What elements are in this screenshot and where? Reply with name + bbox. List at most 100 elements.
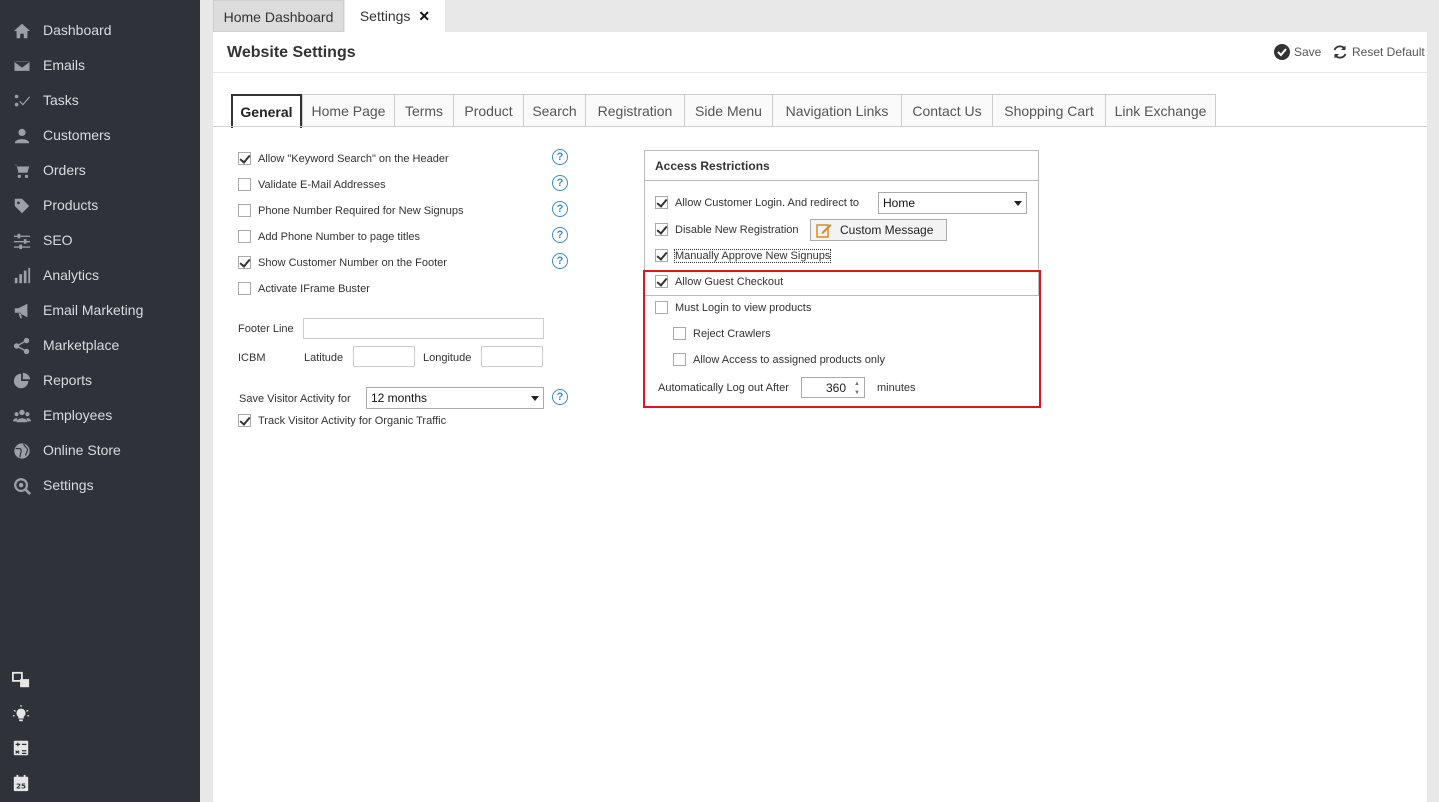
sidebar-item-label: Marketplace: [43, 337, 120, 353]
redirect-select[interactable]: Home: [878, 192, 1027, 214]
page-title: Website Settings: [227, 44, 356, 61]
assigned-only-checkbox[interactable]: [673, 353, 686, 366]
sidebar-item-email-marketing[interactable]: Email Marketing: [0, 293, 200, 328]
globe-icon: [12, 442, 32, 460]
chevron-up-icon[interactable]: ▲: [852, 379, 862, 388]
custom-message-button[interactable]: Custom Message: [810, 219, 947, 241]
sidebar-item-seo[interactable]: SEO: [0, 223, 200, 258]
option-label: Manually Approve New Signups: [673, 248, 832, 263]
refresh-icon: [1333, 45, 1347, 59]
option-allow-login: Allow Customer Login. And redirect to: [655, 196, 859, 209]
tab-label: Settings: [359, 8, 411, 24]
help-icon[interactable]: ?: [552, 389, 568, 405]
sidebar-item-label: Products: [43, 197, 99, 213]
cart-icon: [12, 162, 32, 180]
logout-minutes-stepper[interactable]: 360 ▲ ▼: [801, 377, 865, 398]
phone-required-checkbox[interactable]: [238, 204, 251, 217]
document-tabs: Home Dashboard Settings ✕: [213, 0, 1427, 32]
option-iframe-buster: Activate IFrame Buster: [238, 282, 370, 295]
tab-side-menu[interactable]: Side Menu: [684, 94, 773, 127]
sidebar-item-employees[interactable]: Employees: [0, 398, 200, 433]
box-title: Access Restrictions: [655, 159, 770, 173]
option-manual-approve: Manually Approve New Signups: [655, 248, 832, 263]
sidebar-item-label: Customers: [43, 127, 111, 143]
tab-settings[interactable]: Settings ✕: [345, 0, 445, 32]
visitor-activity-label: Save Visitor Activity for: [239, 393, 351, 405]
sidebar-item-marketplace[interactable]: Marketplace: [0, 328, 200, 363]
reset-default-button[interactable]: Reset Default: [1332, 44, 1425, 60]
must-login-checkbox[interactable]: [655, 301, 668, 314]
longitude-input[interactable]: [481, 346, 543, 367]
chevron-down-icon[interactable]: ▼: [852, 388, 862, 397]
validate-email-checkbox[interactable]: [238, 178, 251, 191]
tab-terms[interactable]: Terms: [394, 94, 454, 127]
option-phone-required: Phone Number Required for New Signups: [238, 204, 463, 217]
sidebar-item-emails[interactable]: Emails: [0, 48, 200, 83]
calculator-icon[interactable]: [11, 738, 31, 758]
tab-home-dashboard[interactable]: Home Dashboard: [213, 0, 344, 32]
select-value: Home: [883, 196, 916, 210]
help-icon[interactable]: ?: [552, 253, 568, 269]
footer-line-input[interactable]: [303, 318, 544, 339]
sidebar-item-label: Settings: [43, 477, 94, 493]
sidebar-item-tasks[interactable]: Tasks: [0, 83, 200, 118]
iframe-buster-checkbox[interactable]: [238, 282, 251, 295]
users-icon: [12, 407, 32, 425]
manual-approve-checkbox[interactable]: [655, 249, 668, 262]
disable-registration-checkbox[interactable]: [655, 223, 668, 236]
option-label: Disable New Registration: [675, 223, 799, 236]
close-icon[interactable]: ✕: [418, 8, 430, 24]
track-organic-checkbox[interactable]: [238, 414, 251, 427]
sidebar-item-analytics[interactable]: Analytics: [0, 258, 200, 293]
allow-login-checkbox[interactable]: [655, 196, 668, 209]
sidebar-item-label: Online Store: [43, 442, 121, 458]
sidebar-item-reports[interactable]: Reports: [0, 363, 200, 398]
reject-crawlers-checkbox[interactable]: [673, 327, 686, 340]
phone-titles-checkbox[interactable]: [238, 230, 251, 243]
tab-product[interactable]: Product: [453, 94, 524, 127]
tab-contact-us[interactable]: Contact Us: [901, 94, 993, 127]
calendar-icon[interactable]: 25: [11, 773, 31, 793]
share-icon: [12, 337, 32, 355]
sidebar-item-products[interactable]: Products: [0, 188, 200, 223]
chevron-down-icon: [531, 396, 539, 401]
keyword-search-checkbox[interactable]: [238, 152, 251, 165]
customer-number-checkbox[interactable]: [238, 256, 251, 269]
help-icon[interactable]: ?: [552, 227, 568, 243]
sidebar-item-online-store[interactable]: Online Store: [0, 433, 200, 468]
tag-icon: [12, 197, 32, 215]
save-button[interactable]: Save: [1274, 44, 1321, 60]
help-icon[interactable]: ?: [552, 201, 568, 217]
windows-icon[interactable]: [11, 670, 31, 690]
sidebar-item-label: Analytics: [43, 267, 100, 283]
tab-registration[interactable]: Registration: [585, 94, 685, 127]
option-label: Show Customer Number on the Footer: [258, 256, 447, 269]
sidebar-item-orders[interactable]: Orders: [0, 153, 200, 188]
guest-checkout-checkbox[interactable]: [655, 275, 668, 288]
option-keyword-search: Allow "Keyword Search" on the Header: [238, 152, 449, 165]
sidebar-item-customers[interactable]: Customers: [0, 118, 200, 153]
option-label: Activate IFrame Buster: [258, 282, 370, 295]
tab-link-exchange[interactable]: Link Exchange: [1105, 94, 1216, 127]
latitude-input[interactable]: [353, 346, 415, 367]
tab-home-page[interactable]: Home Page: [302, 94, 395, 127]
tab-navigation-links[interactable]: Navigation Links: [772, 94, 902, 127]
option-label: Add Phone Number to page titles: [258, 230, 421, 243]
svg-text:25: 25: [16, 781, 26, 790]
sidebar-item-settings[interactable]: Settings: [0, 468, 200, 503]
help-icon[interactable]: ?: [552, 149, 568, 165]
option-track-organic: Track Visitor Activity for Organic Traff…: [238, 414, 446, 427]
lightbulb-icon[interactable]: [11, 704, 31, 724]
tab-general[interactable]: General: [231, 94, 302, 128]
visitor-activity-select[interactable]: 12 months: [366, 387, 544, 409]
sidebar-item-label: Dashboard: [43, 22, 112, 38]
help-icon[interactable]: ?: [552, 175, 568, 191]
footer-line-label: Footer Line: [238, 323, 294, 335]
logout-label: Automatically Log out After: [658, 382, 789, 394]
sidebar-item-dashboard[interactable]: Dashboard: [0, 13, 200, 48]
tab-shopping-cart[interactable]: Shopping Cart: [992, 94, 1106, 127]
tab-search[interactable]: Search: [523, 94, 586, 127]
option-validate-email: Validate E-Mail Addresses: [238, 178, 386, 191]
sidebar-item-label: Employees: [43, 407, 113, 423]
option-label: Allow Access to assigned products only: [693, 353, 885, 366]
